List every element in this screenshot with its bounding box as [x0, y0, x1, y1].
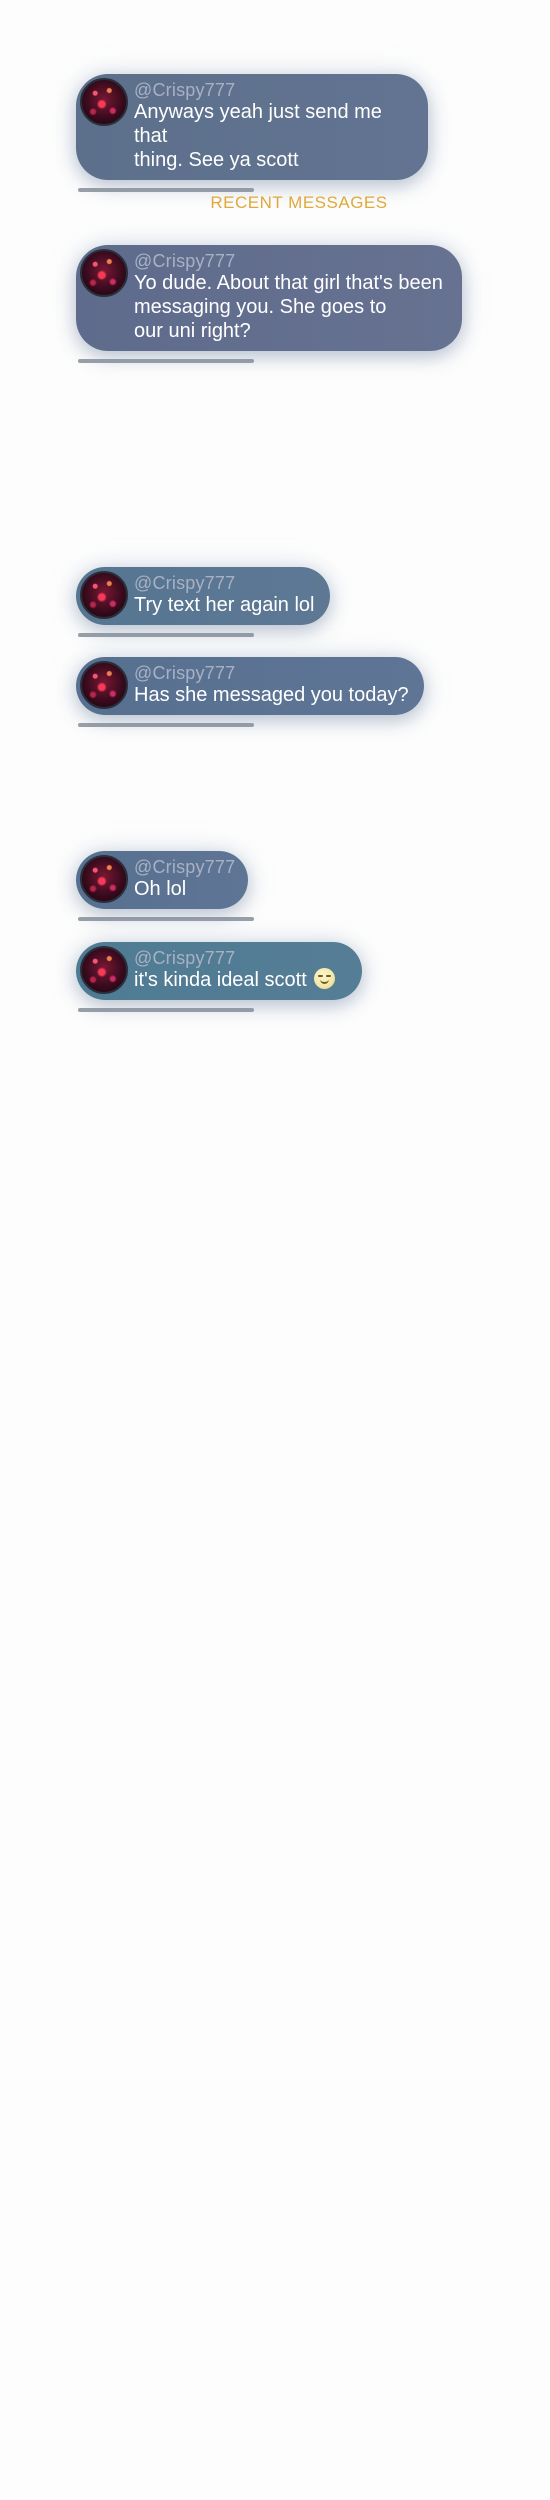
message-bubble[interactable]: @Crispy777 Oh lol [76, 851, 248, 909]
message-item[interactable]: @Crispy777 it's kinda ideal scott [76, 942, 362, 1012]
slightly-smiling-face-icon [314, 968, 336, 989]
message-handle[interactable]: @Crispy777 [134, 80, 414, 100]
message-text-line: messaging you. She goes to [134, 296, 387, 318]
message-divider [78, 359, 254, 363]
message-text: it's kinda ideal scott [134, 968, 348, 992]
message-text-line: our uni right? [134, 320, 251, 342]
message-divider [78, 1008, 254, 1012]
avatar[interactable] [80, 571, 128, 619]
message-item[interactable]: @Crispy777 Try text her again lol [76, 567, 330, 637]
avatar[interactable] [80, 855, 128, 903]
message-bubble[interactable]: @Crispy777 Try text her again lol [76, 567, 330, 625]
message-divider [78, 633, 254, 637]
message-text-line: Has she messaged you today? [134, 684, 409, 706]
message-item[interactable]: @Crispy777 Yo dude. About that girl that… [76, 245, 462, 363]
message-item[interactable]: @Crispy777 Anyways yeah just send me tha… [76, 74, 428, 192]
avatar[interactable] [80, 946, 128, 994]
message-text-line: thing. See ya scott [134, 149, 299, 171]
message-text-line: Anyways yeah just send me that [134, 101, 382, 147]
message-bubble[interactable]: @Crispy777 it's kinda ideal scott [76, 942, 362, 1000]
message-divider [78, 723, 254, 727]
message-handle[interactable]: @Crispy777 [134, 251, 448, 271]
avatar[interactable] [80, 249, 128, 297]
message-handle[interactable]: @Crispy777 [134, 857, 235, 877]
message-bubble[interactable]: @Crispy777 Yo dude. About that girl that… [76, 245, 462, 351]
message-handle[interactable]: @Crispy777 [134, 663, 410, 683]
message-text-line: Yo dude. About that girl that's been [134, 272, 443, 294]
message-divider [78, 188, 254, 192]
message-bubble[interactable]: @Crispy777 Has she messaged you today? [76, 657, 424, 715]
message-text-line: Try text her again lol [134, 594, 315, 616]
section-title: RECENT MESSAGES [210, 193, 388, 212]
avatar[interactable] [80, 661, 128, 709]
message-text-line: it's kinda ideal scott [134, 969, 307, 991]
avatar[interactable] [80, 78, 128, 126]
message-item[interactable]: @Crispy777 Has she messaged you today? [76, 657, 424, 727]
message-divider [78, 917, 254, 921]
message-handle[interactable]: @Crispy777 [134, 948, 348, 968]
message-bubble[interactable]: @Crispy777 Anyways yeah just send me tha… [76, 74, 428, 180]
message-item[interactable]: @Crispy777 Oh lol [76, 851, 254, 921]
message-handle[interactable]: @Crispy777 [134, 573, 316, 593]
message-text-line: Oh lol [134, 878, 187, 900]
